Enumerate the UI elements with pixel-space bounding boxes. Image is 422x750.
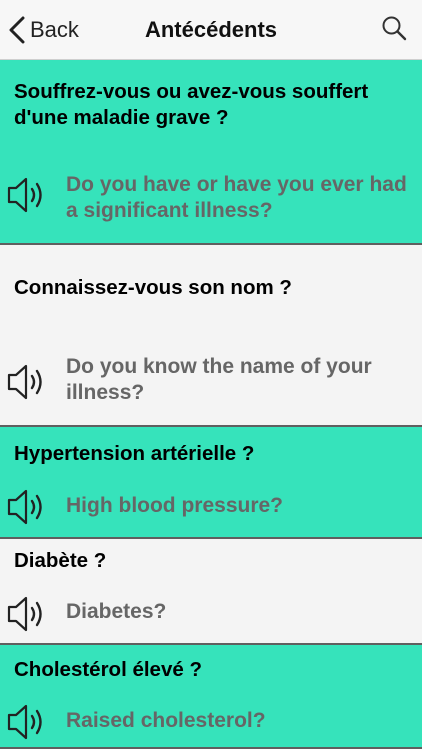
english-translation: Raised cholesterol?	[66, 709, 266, 732]
speaker-icon[interactable]	[6, 702, 52, 742]
phrase-item[interactable]: Hypertension artérielle ? High blood pre…	[0, 427, 422, 539]
english-translation: Do you have or have you ever had a signi…	[66, 173, 407, 222]
french-phrase: Cholestérol élevé ?	[14, 658, 202, 681]
search-button[interactable]	[378, 14, 410, 46]
phrase-item[interactable]: Souffrez-vous ou avez-vous souffert d'un…	[0, 60, 422, 245]
phrase-item[interactable]: Diabète ? Diabetes?	[0, 539, 422, 645]
navigation-bar: Back Antécédents	[0, 0, 422, 60]
english-translation: High blood pressure?	[66, 494, 284, 517]
chevron-left-icon	[8, 16, 26, 44]
french-phrase: Connaissez-vous son nom ?	[14, 276, 292, 299]
speaker-icon[interactable]	[6, 175, 52, 215]
english-translation: Do you know the name of your illness?	[66, 355, 372, 404]
phrase-list: Souffrez-vous ou avez-vous souffert d'un…	[0, 60, 422, 749]
phrase-item[interactable]: Cholestérol élevé ? Raised cholesterol?	[0, 645, 422, 749]
speaker-icon[interactable]	[6, 487, 52, 527]
french-phrase: Hypertension artérielle ?	[14, 442, 255, 465]
speaker-icon[interactable]	[6, 594, 52, 634]
speaker-icon[interactable]	[6, 362, 52, 402]
english-translation: Diabetes?	[66, 600, 167, 623]
back-label: Back	[30, 17, 79, 42]
search-icon	[381, 15, 407, 46]
phrase-item[interactable]: Connaissez-vous son nom ? Do you know th…	[0, 245, 422, 427]
french-phrase: Diabète ?	[14, 549, 107, 572]
back-button[interactable]: Back	[8, 0, 79, 60]
french-phrase: Souffrez-vous ou avez-vous souffert d'un…	[14, 80, 369, 129]
